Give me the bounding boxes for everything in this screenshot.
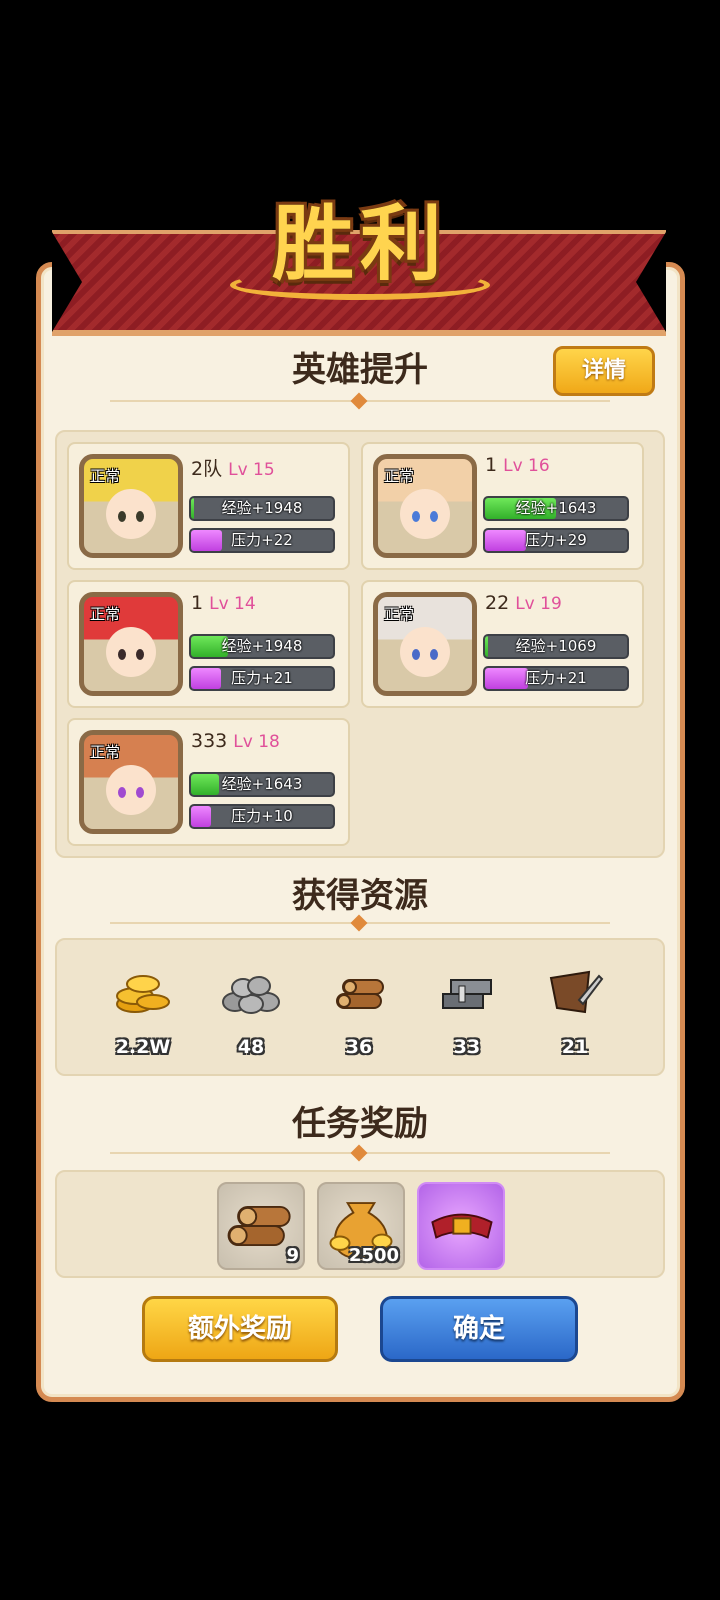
hero-face (106, 489, 156, 539)
resource-item[interactable]: 36 (319, 958, 399, 1068)
hero-face (106, 765, 156, 815)
stress-bar: 压力+21 (189, 666, 335, 691)
hero-eye (136, 649, 144, 660)
hero-eye (430, 511, 438, 522)
hero-level: Lv 19 (515, 594, 562, 614)
exp-label: 经验+1069 (515, 637, 597, 655)
hero-eye (118, 787, 126, 798)
hero-portrait: 正常 (79, 454, 183, 558)
stress-bar: 压力+29 (483, 528, 629, 553)
resource-item[interactable]: 2.2W (103, 958, 183, 1068)
hero-eye (136, 787, 144, 798)
reward-item[interactable] (417, 1182, 505, 1270)
hero-name: 22 Lv 19 (485, 592, 562, 614)
hero-portrait: 正常 (79, 592, 183, 696)
resource-value: 2.2W (115, 1036, 171, 1058)
resource-section-title: 获得资源 (292, 876, 428, 916)
resource-value: 48 (237, 1036, 265, 1058)
reward-count: 9 (286, 1245, 299, 1266)
stress-label: 压力+21 (525, 669, 587, 687)
exp-label: 经验+1643 (515, 499, 597, 517)
stress-label: 压力+29 (525, 531, 587, 549)
reward-section-title: 任务奖励 (292, 1104, 428, 1144)
hero-level: Lv 14 (209, 594, 256, 614)
stress-label: 压力+22 (231, 531, 293, 549)
hero-portrait: 正常 (373, 592, 477, 696)
exp-label: 经验+1948 (221, 499, 303, 517)
reward-item[interactable]: 9 (217, 1182, 305, 1270)
extra-reward-button[interactable]: 额外奖励 (142, 1296, 338, 1362)
hero-name-text: 22 (485, 592, 510, 614)
hero-level: Lv 18 (233, 732, 280, 752)
hero-eye (412, 649, 420, 660)
stress-label: 压力+21 (231, 669, 293, 687)
exp-bar: 经验+1948 (189, 496, 335, 521)
exp-label: 经验+1948 (221, 637, 303, 655)
reward-list: 9 2500 (55, 1170, 665, 1278)
hero-name-text: 333 (191, 730, 228, 752)
hero-name-text: 2队 (191, 458, 223, 480)
hero-portrait: 正常 (79, 730, 183, 834)
resource-value: 36 (345, 1036, 373, 1058)
hero-face (400, 489, 450, 539)
exp-bar: 经验+1948 (189, 634, 335, 659)
iron-icon (442, 979, 492, 1009)
stress-label: 压力+10 (231, 807, 293, 825)
hero-portrait: 正常 (373, 454, 477, 558)
hero-name-text: 1 (191, 592, 204, 614)
hero-status: 正常 (90, 467, 121, 485)
reward-item[interactable]: 2500 (317, 1182, 405, 1270)
hero-list: 正常 2队 Lv 15 经验+1948 压力+22 正常 1 Lv 16 经验+16… (55, 430, 665, 858)
hero-status: 正常 (384, 467, 415, 485)
hero-eye (430, 649, 438, 660)
resource-item[interactable]: 33 (427, 958, 507, 1068)
hero-card[interactable]: 正常 333 Lv 18 经验+1643 压力+10 (67, 718, 350, 846)
ribbon-tail-left (52, 232, 82, 332)
resource-value: 33 (453, 1036, 481, 1058)
stone-icon (222, 976, 280, 1014)
hero-eye (412, 511, 420, 522)
hero-status: 正常 (90, 743, 121, 761)
hero-name-text: 1 (485, 454, 498, 476)
hero-face (106, 627, 156, 677)
resource-value: 21 (561, 1036, 589, 1058)
hero-face (400, 627, 450, 677)
hero-status: 正常 (90, 605, 121, 623)
hero-card[interactable]: 正常 1 Lv 14 经验+1948 压力+21 (67, 580, 350, 708)
exp-bar: 经验+1643 (483, 496, 629, 521)
resource-item[interactable]: 48 (211, 958, 291, 1068)
hero-eye (118, 649, 126, 660)
red-belt-icon (431, 1213, 493, 1239)
hero-level: Lv 15 (228, 460, 275, 480)
stress-bar: 压力+22 (189, 528, 335, 553)
leather-icon (549, 970, 604, 1014)
detail-button[interactable]: 详情 (553, 346, 655, 396)
exp-bar: 经验+1069 (483, 634, 629, 659)
reward-count: 2500 (348, 1245, 399, 1266)
hero-card[interactable]: 正常 22 Lv 19 经验+1069 压力+21 (361, 580, 644, 708)
hero-card[interactable]: 正常 2队 Lv 15 经验+1948 压力+22 (67, 442, 350, 570)
hero-level: Lv 16 (503, 456, 550, 476)
hero-name: 1 Lv 16 (485, 454, 550, 476)
exp-label: 经验+1643 (221, 775, 303, 793)
hero-card[interactable]: 正常 1 Lv 16 经验+1643 压力+29 (361, 442, 644, 570)
exp-bar: 经验+1643 (189, 772, 335, 797)
resource-list: 2.2W 48 36 33 21 (55, 938, 665, 1076)
wood-icon (336, 979, 384, 1009)
ribbon-tail-right (636, 232, 666, 332)
resource-item[interactable]: 21 (535, 958, 615, 1068)
victory-title: 胜利 (271, 197, 448, 292)
stress-bar: 压力+21 (483, 666, 629, 691)
hero-status: 正常 (384, 605, 415, 623)
hero-name: 333 Lv 18 (191, 730, 280, 752)
stress-bar: 压力+10 (189, 804, 335, 829)
confirm-button[interactable]: 确定 (380, 1296, 578, 1362)
hero-eye (118, 511, 126, 522)
gold-coins-icon (116, 975, 170, 1013)
hero-name: 1 Lv 14 (191, 592, 256, 614)
hero-name: 2队 Lv 15 (191, 454, 275, 481)
hero-eye (136, 511, 144, 522)
